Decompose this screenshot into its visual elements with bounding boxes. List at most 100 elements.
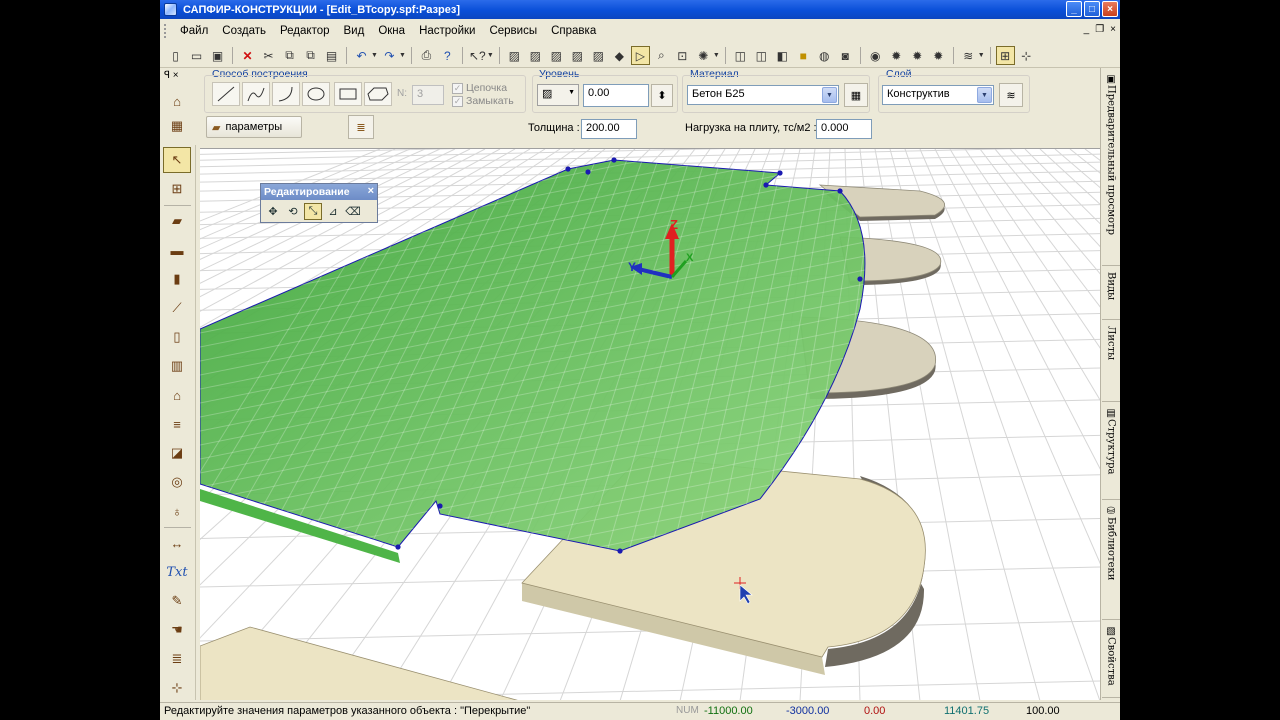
material-select[interactable]: Бетон Б25 ▼ [687, 85, 839, 105]
menu-editor[interactable]: Редактор [273, 25, 337, 37]
tab-properties[interactable]: ▧ Свойства [1102, 622, 1120, 698]
roof-icon[interactable]: ⌂ [163, 382, 191, 408]
level-set-button[interactable]: ⬍ [651, 84, 673, 107]
beam-icon[interactable]: ⟋ [163, 295, 191, 321]
rectangle-tool-button[interactable] [334, 82, 362, 106]
thickness-input[interactable]: 200.00 [581, 119, 637, 139]
context-help-icon[interactable]: ↖? [468, 46, 487, 65]
view-box-2-icon[interactable]: ▨ [526, 46, 545, 65]
tab-preview[interactable]: ▣ Предварительный просмотр [1102, 70, 1120, 266]
material-library-button[interactable]: ▦ [844, 83, 868, 107]
text-icon[interactable]: Txt [163, 559, 191, 585]
n-sides-field[interactable]: 3 [412, 85, 444, 105]
camera-icon[interactable]: ◙ [836, 46, 855, 65]
polygon-tool-button[interactable] [364, 82, 392, 106]
axes-grid-icon[interactable]: ⊞ [163, 176, 191, 202]
print-icon[interactable]: ⎙ [417, 46, 436, 65]
title-bar[interactable]: САПФИР-КОНСТРУКЦИИ - [Edit_BTcopy.spf:Ра… [160, 0, 1120, 19]
wireframe-icon[interactable]: ◫ [731, 46, 750, 65]
parameters-button[interactable]: ▰ параметры [206, 116, 302, 138]
view-box-6-icon[interactable]: ◆ [610, 46, 629, 65]
polyline-tool-button[interactable] [242, 82, 270, 106]
grid-model-icon[interactable]: ▦ [163, 115, 191, 137]
layers-icon[interactable]: ≋ [959, 46, 978, 65]
minimize-button[interactable]: _ [1066, 1, 1082, 17]
select-view-icon[interactable]: ▷ [630, 46, 650, 65]
eye-icon[interactable]: ◉ [866, 46, 885, 65]
menu-windows[interactable]: Окна [371, 25, 412, 37]
globe-icon[interactable]: ◍ [815, 46, 834, 65]
slab-icon[interactable]: ▬ [163, 237, 191, 263]
3d-viewport[interactable]: Z Y X Редактирование × ✥ ⟲ ⤡ ⊿ ⌫ [200, 148, 1100, 700]
gear-2-icon[interactable]: ✹ [908, 46, 927, 65]
paste-icon[interactable]: ▤ [322, 46, 341, 65]
doc-restore-button[interactable]: ❐ [1095, 24, 1104, 35]
arc-tool-button[interactable] [272, 82, 300, 106]
load-input[interactable]: 0.000 [816, 119, 872, 139]
menu-create[interactable]: Создать [215, 25, 273, 37]
pin-icon[interactable]: ꟼ × [164, 70, 179, 81]
window-icon[interactable]: ▥ [163, 353, 191, 379]
grid-icon[interactable]: ⊞ [995, 46, 1015, 65]
close-loop-checkbox[interactable]: ✓ Замыкать [452, 95, 514, 107]
menu-help[interactable]: Справка [544, 25, 603, 37]
editing-palette[interactable]: Редактирование × ✥ ⟲ ⤡ ⊿ ⌫ [260, 183, 378, 223]
material-icon[interactable]: ■ [794, 46, 813, 65]
palette-close-icon[interactable]: × [368, 185, 374, 197]
open-folder-icon[interactable]: ▭ [187, 46, 206, 65]
level-input[interactable]: 0.00 [583, 84, 649, 107]
select-arrow-icon[interactable]: ↖ [163, 147, 191, 173]
tab-structure[interactable]: ▤ Структура [1102, 404, 1120, 500]
snap-icon[interactable]: ⊹ [1017, 46, 1036, 65]
pencil-icon[interactable]: ✎ [163, 588, 191, 614]
doc-close-button[interactable]: × [1110, 24, 1116, 35]
zoom-window-icon[interactable]: ⊡ [673, 46, 692, 65]
layers-props-button[interactable]: ≣ [348, 115, 374, 139]
gear-3-icon[interactable]: ✹ [929, 46, 948, 65]
view-box-1-icon[interactable]: ▨ [505, 46, 524, 65]
edit-vertex-icon[interactable]: ⤡ [304, 203, 322, 220]
menu-services[interactable]: Сервисы [482, 25, 544, 37]
level-picker[interactable]: ▨ ▼ [537, 84, 579, 106]
tab-libraries[interactable]: ⛁ Библиотеки [1102, 502, 1120, 620]
copy-icon[interactable]: ⧉ [280, 46, 299, 65]
zoom-icon[interactable]: ⌕ [652, 46, 671, 65]
shaded-icon[interactable]: ◧ [773, 46, 792, 65]
hand-icon[interactable]: ☚ [163, 617, 191, 643]
stair-icon[interactable]: ≡ [163, 411, 191, 437]
help-icon[interactable]: ? [438, 46, 457, 65]
close-button[interactable]: × [1102, 1, 1118, 17]
menu-file[interactable]: Файл [173, 25, 215, 37]
wall-icon[interactable]: ▰ [163, 208, 191, 234]
house-view-icon[interactable]: ⌂ [163, 90, 191, 112]
render-icon[interactable]: ✺ [694, 46, 713, 65]
view-box-5-icon[interactable]: ▨ [589, 46, 608, 65]
chain-checkbox[interactable]: ✓ Цепочка [452, 82, 507, 94]
hidden-lines-icon[interactable]: ◫ [752, 46, 771, 65]
tab-views[interactable]: Виды [1102, 268, 1120, 320]
opening-icon[interactable]: ◎ [163, 469, 191, 495]
menu-settings[interactable]: Настройки [412, 25, 482, 37]
layer-select[interactable]: Конструктив ▼ [882, 85, 994, 105]
line-tool-button[interactable] [212, 82, 240, 106]
save-icon[interactable]: ▣ [208, 46, 227, 65]
new-file-icon[interactable]: ▯ [166, 46, 185, 65]
undo-icon[interactable]: ↶ [352, 46, 371, 65]
view-box-3-icon[interactable]: ▨ [547, 46, 566, 65]
dimension-icon[interactable]: ↔ [163, 530, 191, 556]
menu-view[interactable]: Вид [337, 25, 372, 37]
vase-icon[interactable]: ♁ [163, 498, 191, 524]
column-icon[interactable]: ▮ [163, 266, 191, 292]
doc-minimize-button[interactable]: _ [1084, 24, 1090, 35]
coordinate-icon[interactable]: ⊹ [163, 675, 191, 701]
layers-tool-icon[interactable]: ≣ [163, 646, 191, 672]
layers-manager-button[interactable]: ≋ [999, 83, 1023, 107]
delete-icon[interactable]: ✕ [238, 46, 257, 65]
maximize-button[interactable]: □ [1084, 1, 1100, 17]
gear-1-icon[interactable]: ✹ [887, 46, 906, 65]
trim-icon[interactable]: ⊿ [324, 203, 342, 220]
copy-props-icon[interactable]: ⧉ [301, 46, 320, 65]
cut-icon[interactable]: ✂ [259, 46, 278, 65]
door-icon[interactable]: ▯ [163, 324, 191, 350]
eraser-icon[interactable]: ⌫ [344, 203, 362, 220]
